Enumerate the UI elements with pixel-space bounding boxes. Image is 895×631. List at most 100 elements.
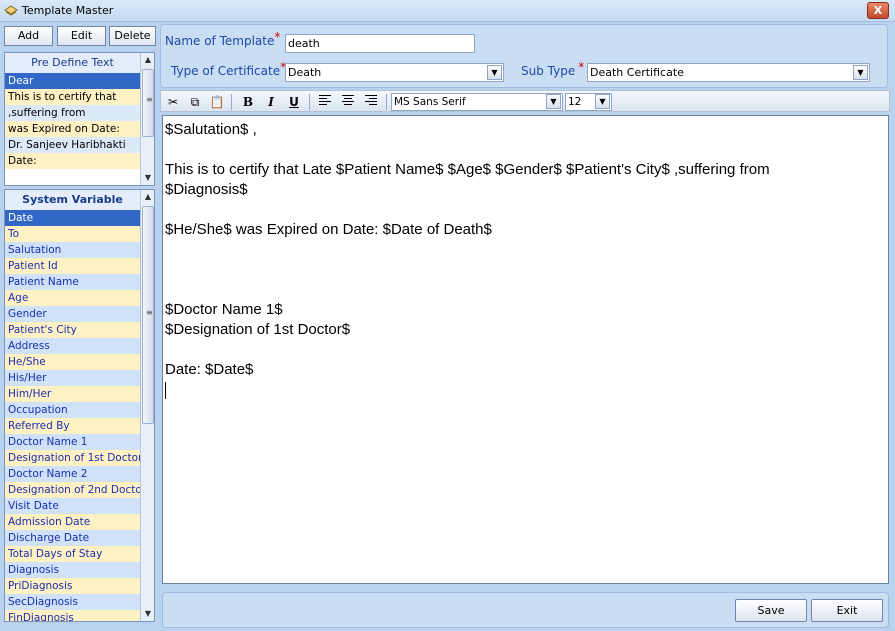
bold-button[interactable]: B	[238, 93, 258, 111]
scroll-up-icon[interactable]: ▲	[143, 56, 153, 64]
type-of-certificate-label: Type of Certificate*	[171, 60, 287, 78]
align-left-icon[interactable]	[315, 93, 335, 111]
sub-type-label: Sub Type *	[521, 60, 585, 78]
window-title: Template Master	[22, 4, 114, 17]
predefine-text-item[interactable]: Date:	[5, 153, 140, 169]
edit-button[interactable]: Edit	[57, 26, 106, 46]
sub-type-value: Death Certificate	[590, 66, 684, 79]
toolbar-separator	[231, 94, 232, 110]
align-center-icon[interactable]	[338, 93, 358, 111]
delete-button[interactable]: Delete	[109, 26, 156, 46]
scroll-thumb[interactable]: ≡	[142, 69, 154, 137]
editor-line: This is to certify that Late $Patient Na…	[165, 161, 770, 178]
system-variable-item[interactable]: Admission Date	[5, 514, 140, 530]
system-variable-item[interactable]: Patient's City	[5, 322, 140, 338]
predefine-text-header: Pre Define Text	[5, 53, 140, 73]
system-variable-list[interactable]: System Variable Date To Salutation Patient …	[4, 189, 155, 622]
system-variable-item[interactable]: Gender	[5, 306, 140, 322]
title-bar: Template Master X	[0, 0, 895, 22]
system-variable-item[interactable]: FinDiagnosis	[5, 610, 140, 621]
close-icon: X	[873, 4, 883, 17]
system-variable-item[interactable]: Designation of 2nd Doctor	[5, 482, 140, 498]
system-variable-item[interactable]: Total Days of Stay	[5, 546, 140, 562]
predefine-text-item[interactable]: Dear	[5, 73, 140, 89]
system-variable-item[interactable]: Him/Her	[5, 386, 140, 402]
copy-icon[interactable]: ⧉	[185, 93, 205, 111]
system-variable-item[interactable]: Designation of 1st Doctor	[5, 450, 140, 466]
close-button[interactable]: X	[867, 2, 889, 19]
text-caret	[165, 381, 166, 399]
system-variable-item[interactable]: PriDiagnosis	[5, 578, 140, 594]
chevron-down-icon[interactable]: ▼	[853, 65, 868, 80]
font-size-select[interactable]: 12 ▼	[565, 93, 612, 111]
system-variable-item[interactable]: Doctor Name 1	[5, 434, 140, 450]
system-variable-item[interactable]: Visit Date	[5, 498, 140, 514]
scroll-up-icon[interactable]: ▲	[143, 193, 153, 201]
font-family-select[interactable]: MS Sans Serif ▼	[391, 93, 563, 111]
predefine-text-item[interactable]: Dr. Sanjeev Haribhakti	[5, 137, 140, 153]
editor-line: $Salutation$ ,	[165, 121, 257, 138]
system-variable-scrollbar[interactable]: ▲ ≡ ▼	[140, 190, 154, 621]
font-family-value: MS Sans Serif	[394, 96, 466, 108]
system-variable-header: System Variable	[5, 190, 140, 210]
grip-icon: ≡	[146, 308, 153, 317]
scroll-down-icon[interactable]: ▼	[143, 174, 153, 182]
editor-line: $Designation of 1st Doctor$	[165, 321, 351, 338]
template-form-panel: Name of Template* death Type of Certific…	[160, 24, 888, 88]
sub-type-select[interactable]: Death Certificate ▼	[587, 63, 870, 82]
bottom-action-panel: Save Exit	[162, 592, 889, 628]
system-variable-item[interactable]: Discharge Date	[5, 530, 140, 546]
editor-line: $Doctor Name 1$	[165, 301, 283, 318]
align-right-icon[interactable]	[361, 93, 381, 111]
predefine-text-item[interactable]: ,suffering from	[5, 105, 140, 121]
predefine-scrollbar[interactable]: ▲ ≡ ▼	[140, 53, 154, 185]
system-variable-item[interactable]: Salutation	[5, 242, 140, 258]
left-panel: Add Edit Delete Pre Define Text Dear This…	[2, 24, 157, 629]
system-variable-item[interactable]: Age	[5, 290, 140, 306]
system-variable-item[interactable]: Patient Name	[5, 274, 140, 290]
system-variable-item[interactable]: Patient Id	[5, 258, 140, 274]
exit-button[interactable]: Exit	[811, 599, 883, 622]
scroll-thumb[interactable]: ≡	[142, 206, 154, 424]
toolbar-separator	[386, 94, 387, 110]
system-variable-item[interactable]: Date	[5, 210, 140, 226]
save-button[interactable]: Save	[735, 599, 807, 622]
cut-icon[interactable]: ✂	[163, 93, 183, 111]
predefine-text-item[interactable]: This is to certify that	[5, 89, 140, 105]
chevron-down-icon[interactable]: ▼	[595, 94, 610, 109]
name-of-template-input[interactable]: death	[285, 34, 475, 53]
toolbar-separator	[309, 94, 310, 110]
add-button[interactable]: Add	[4, 26, 53, 46]
predefine-text-item[interactable]: was Expired on Date:	[5, 121, 140, 137]
chevron-down-icon[interactable]: ▼	[546, 94, 561, 109]
system-variable-item[interactable]: Occupation	[5, 402, 140, 418]
type-of-certificate-value: Death	[288, 66, 322, 79]
editor-line: $Diagnosis$	[165, 181, 248, 198]
scroll-down-icon[interactable]: ▼	[143, 610, 153, 618]
system-variable-item[interactable]: Doctor Name 2	[5, 466, 140, 482]
system-variable-item[interactable]: Diagnosis	[5, 562, 140, 578]
font-size-value: 12	[568, 96, 582, 108]
system-variable-item[interactable]: Address	[5, 338, 140, 354]
system-variable-item[interactable]: Referred By	[5, 418, 140, 434]
formatting-toolbar: ✂ ⧉ 📋 B I U MS Sans Serif ▼ 12 ▼	[160, 90, 890, 112]
template-editor[interactable]: $Salutation$ , This is to certify that La…	[162, 115, 889, 584]
paste-icon[interactable]: 📋	[207, 93, 227, 111]
type-of-certificate-select[interactable]: Death ▼	[285, 63, 504, 82]
required-mark: *	[578, 60, 585, 74]
system-variable-item[interactable]: SecDiagnosis	[5, 594, 140, 610]
system-variable-item[interactable]: To	[5, 226, 140, 242]
system-variable-item[interactable]: His/Her	[5, 370, 140, 386]
editor-caret-line	[165, 380, 886, 400]
editor-line: $He/She$ was Expired on Date: $Date of D…	[165, 221, 492, 238]
app-icon	[4, 5, 18, 16]
chevron-down-icon[interactable]: ▼	[487, 65, 502, 80]
underline-button[interactable]: U	[284, 93, 304, 111]
system-variable-item[interactable]: He/She	[5, 354, 140, 370]
predefine-text-list[interactable]: Pre Define Text Dear This is to certify t…	[4, 52, 155, 186]
italic-button[interactable]: I	[261, 93, 281, 111]
